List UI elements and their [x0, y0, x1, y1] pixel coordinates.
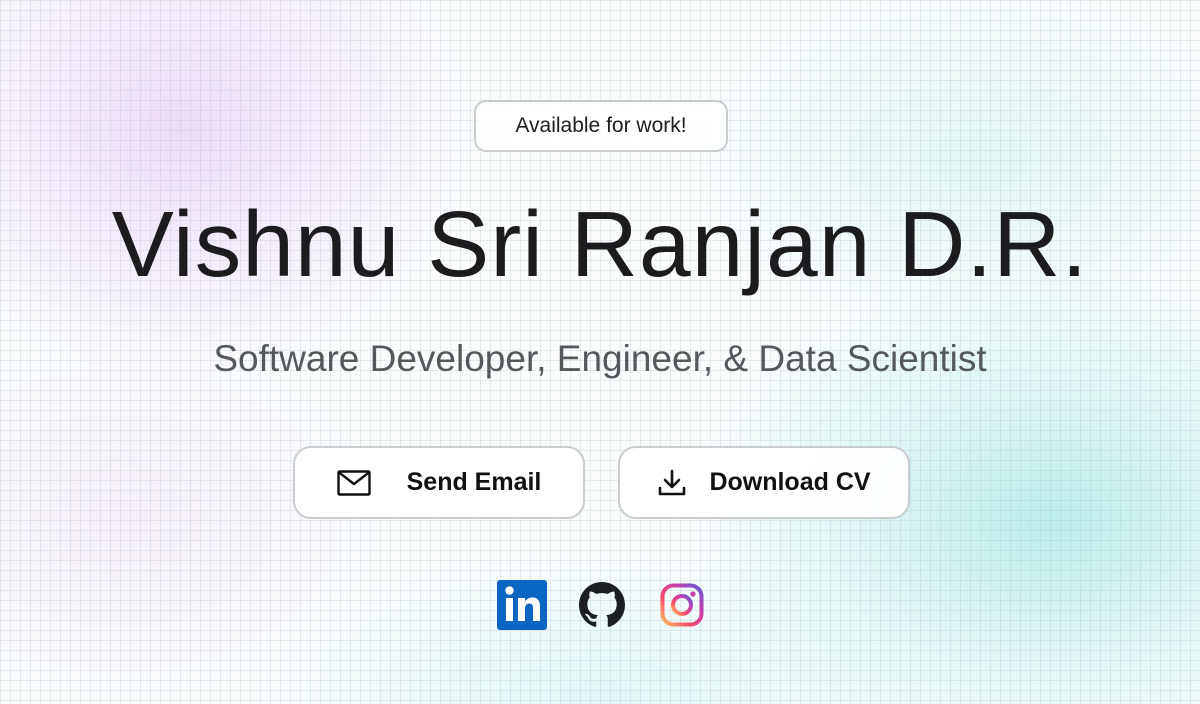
mail-icon: [336, 469, 371, 496]
hero-name: Vishnu Sri Ranjan D.R.: [111, 192, 1089, 296]
download-cv-button[interactable]: Download CV: [618, 446, 910, 519]
hero-tagline: Software Developer, Engineer, & Data Sci…: [213, 338, 987, 379]
hero-section: Available for work! Vishnu Sri Ranjan D.…: [0, 0, 1200, 704]
download-cv-label: Download CV: [709, 468, 871, 496]
availability-badge: Available for work!: [474, 100, 728, 152]
send-email-button[interactable]: Send Email: [293, 446, 585, 519]
download-icon: [657, 469, 687, 497]
linkedin-icon: [497, 579, 547, 635]
github-icon: [579, 581, 625, 633]
instagram-icon: [660, 583, 704, 632]
instagram-link[interactable]: [659, 582, 705, 632]
linkedin-link[interactable]: [497, 579, 547, 635]
github-link[interactable]: [579, 581, 625, 633]
availability-badge-label: Available for work!: [515, 114, 687, 137]
send-email-label: Send Email: [406, 468, 542, 496]
